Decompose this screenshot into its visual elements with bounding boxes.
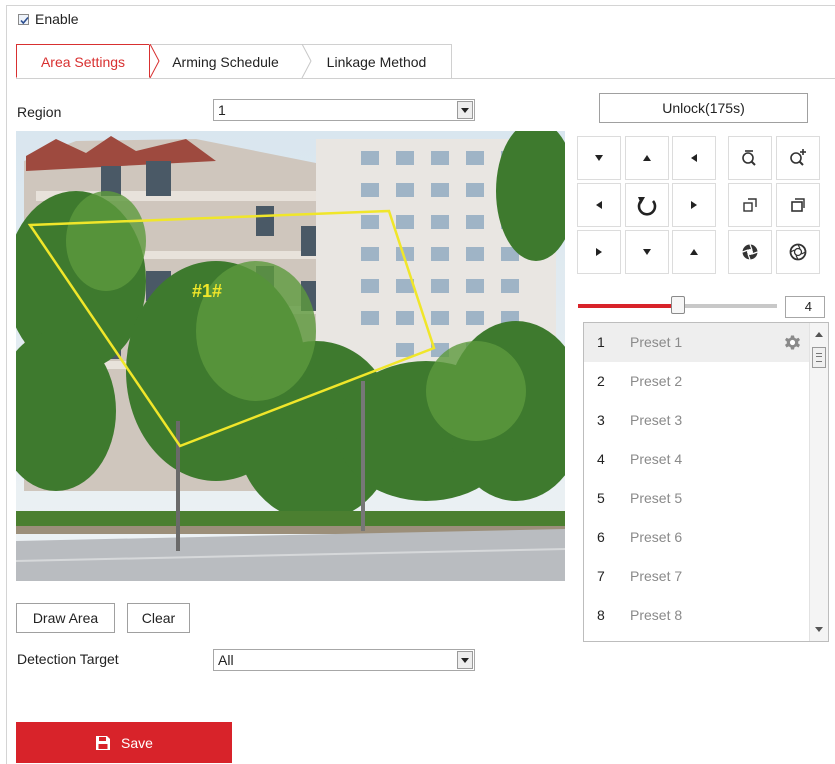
preset-name: Preset 5 [630, 490, 683, 506]
gear-icon[interactable] [784, 334, 801, 351]
region-select[interactable]: 1 [213, 99, 475, 121]
tab-area-settings[interactable]: Area Settings [16, 44, 150, 78]
tab-arming-schedule[interactable]: Arming Schedule [149, 44, 302, 78]
tab-separator-icon [301, 44, 312, 78]
draw-area-button[interactable]: Draw Area [16, 603, 115, 633]
ptz-speed-value[interactable]: 4 [785, 296, 825, 318]
detection-target-value: All [218, 652, 234, 668]
iris-close-icon [742, 244, 758, 260]
zoom-in-button[interactable] [776, 136, 820, 180]
preset-item[interactable]: 3 Preset 3 [584, 401, 810, 440]
pan-down-left-button[interactable] [577, 230, 621, 274]
pan-right-button[interactable] [672, 183, 716, 227]
enable-label: Enable [35, 11, 79, 27]
chevron-down-icon[interactable] [457, 651, 473, 669]
tab-linkage-method[interactable]: Linkage Method [302, 44, 452, 78]
area-label: #1# [192, 281, 222, 301]
pan-down-icon [643, 249, 651, 255]
tab-bar: Area Settings Arming Schedule Linkage Me… [16, 44, 835, 79]
preset-number: 6 [597, 529, 605, 545]
pan-down-left-icon [596, 248, 602, 256]
speed-slider-thumb[interactable] [671, 296, 685, 314]
auto-pan-icon [637, 197, 657, 216]
chevron-down-icon[interactable] [457, 101, 473, 119]
preset-name: Preset 3 [630, 412, 683, 428]
preset-item[interactable]: 4 Preset 4 [584, 440, 810, 479]
preset-list[interactable]: 1 Preset 1 2 Preset 2 3 Preset 3 4 Prese… [583, 322, 829, 642]
ptz-speed-slider[interactable] [578, 296, 777, 314]
unlock-button[interactable]: Unlock(175s) [599, 93, 808, 123]
preset-number: 1 [597, 334, 605, 350]
iris-close-button[interactable] [728, 230, 772, 274]
enable-checkbox-row[interactable]: Enable [18, 11, 79, 27]
iris-open-button[interactable] [776, 230, 820, 274]
preset-item[interactable]: 8 Preset 8 [584, 596, 810, 635]
save-button[interactable]: Save [16, 722, 232, 763]
pan-right-icon [691, 201, 697, 209]
preset-item[interactable]: 5 Preset 5 [584, 479, 810, 518]
floppy-disk-icon [96, 735, 111, 750]
preset-name: Preset 1 [630, 334, 683, 350]
zoom-in-icon [790, 149, 806, 166]
focus-far-icon [791, 198, 805, 212]
auto-pan-button[interactable] [625, 183, 669, 227]
pan-up-right-icon [691, 154, 697, 162]
preset-name: Preset 4 [630, 451, 683, 467]
scroll-down-icon[interactable] [815, 627, 823, 632]
preset-item[interactable]: 1 Preset 1 [584, 323, 810, 362]
focus-far-button[interactable] [776, 183, 820, 227]
iris-open-icon [789, 243, 807, 261]
preset-number: 7 [597, 568, 605, 584]
enable-checkbox[interactable] [18, 13, 29, 25]
preset-item[interactable]: 7 Preset 7 [584, 557, 810, 596]
preset-number: 4 [597, 451, 605, 467]
preset-name: Preset 8 [630, 607, 683, 623]
region-label: Region [17, 104, 62, 120]
save-label: Save [121, 734, 153, 751]
zoom-out-button[interactable] [728, 136, 772, 180]
speed-slider-fill [578, 304, 678, 308]
focus-near-icon [743, 198, 757, 212]
pan-down-right-icon [690, 249, 698, 255]
detection-target-label: Detection Target [17, 651, 119, 667]
preset-item[interactable]: 6 Preset 6 [584, 518, 810, 557]
pan-down-button[interactable] [625, 230, 669, 274]
clear-button[interactable]: Clear [127, 603, 190, 633]
preset-name: Preset 7 [630, 568, 683, 584]
video-preview[interactable]: #1# [16, 131, 565, 581]
checkmark-icon [20, 16, 29, 24]
pan-up-right-button[interactable] [672, 136, 716, 180]
pan-up-icon [643, 155, 651, 161]
camera-scene: #1# [16, 131, 565, 581]
pan-down-right-button[interactable] [672, 230, 716, 274]
pan-left-icon [596, 201, 602, 209]
pan-left-button[interactable] [577, 183, 621, 227]
preset-number: 3 [597, 412, 605, 428]
preset-name: Preset 2 [630, 373, 683, 389]
preset-number: 5 [597, 490, 605, 506]
scroll-up-icon[interactable] [815, 332, 823, 337]
focus-near-button[interactable] [728, 183, 772, 227]
zoom-out-icon [742, 150, 756, 166]
preset-scrollbar[interactable] [809, 323, 828, 641]
scrollbar-thumb[interactable] [812, 347, 826, 368]
preset-item[interactable]: 2 Preset 2 [584, 362, 810, 401]
preset-name: Preset 6 [630, 529, 683, 545]
preset-number: 2 [597, 373, 605, 389]
tab-separator-icon [149, 44, 160, 78]
pan-up-left-button[interactable] [577, 136, 621, 180]
pan-up-button[interactable] [625, 136, 669, 180]
pan-up-left-icon [595, 155, 603, 161]
preset-number: 8 [597, 607, 605, 623]
detection-target-select[interactable]: All [213, 649, 475, 671]
region-value: 1 [218, 102, 226, 118]
